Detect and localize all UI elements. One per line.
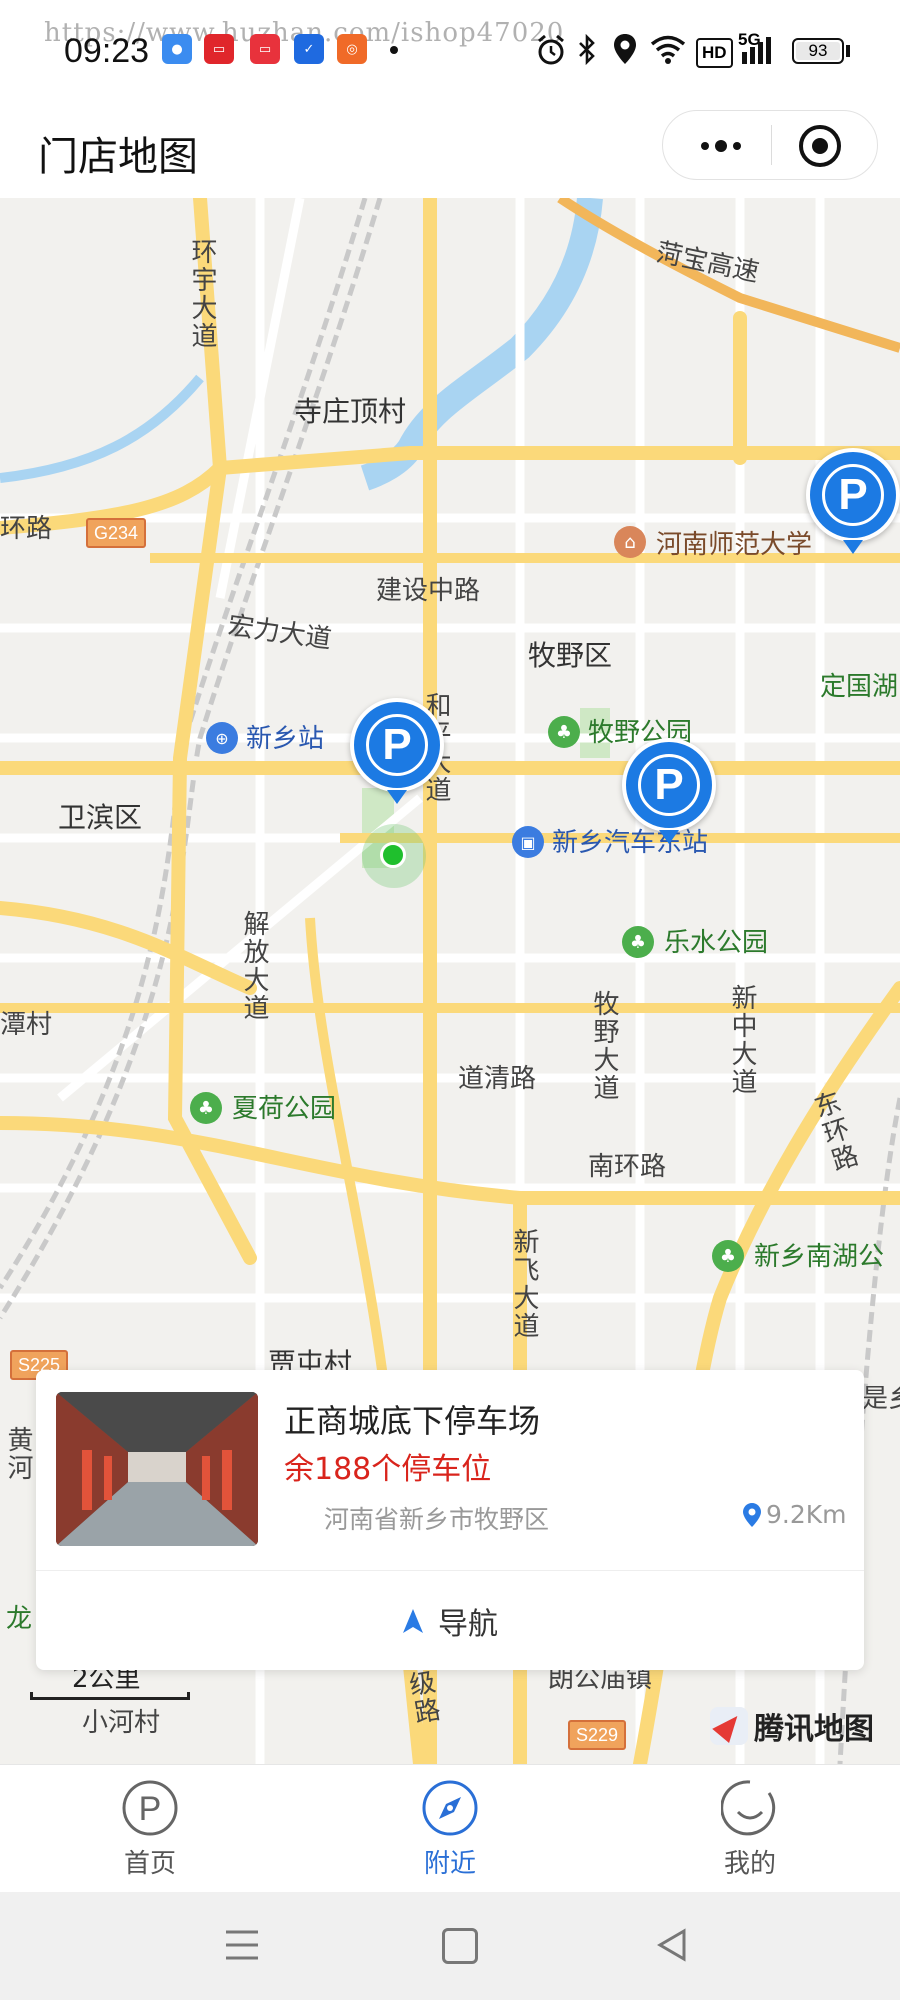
notification-app-icon: ◎ (337, 34, 367, 64)
more-notifications-dot-icon (390, 46, 398, 54)
hd-badge: HD (696, 38, 733, 68)
tab-label: 我的 (723, 1848, 776, 1879)
parking-distance: 9.2Km (742, 1500, 847, 1529)
status-bar: https://www.huzhan.com/ishop47020 09:23 … (0, 0, 900, 100)
target-close-icon[interactable] (799, 125, 841, 167)
wifi-icon (650, 35, 686, 64)
parking-marker[interactable]: P (622, 738, 716, 844)
svg-text:P: P (139, 1790, 162, 1828)
location-icon (614, 34, 636, 64)
user-location-dot (380, 842, 406, 868)
road-shield-s229: S229 (568, 1720, 627, 1750)
notification-app-icon: ● (162, 34, 192, 64)
river (360, 198, 603, 491)
map-label: 牧野大道 (589, 990, 619, 1102)
map-label: 环路 (0, 514, 53, 544)
map-label: 新乡南湖公 (754, 1242, 885, 1272)
system-navigation-bar (0, 1892, 900, 2000)
parking-address: 河南省新乡市牧野区 (324, 1505, 550, 1534)
map-label: 南环路 (588, 1152, 667, 1182)
parking-lot-thumbnail (56, 1392, 258, 1546)
alarm-icon (538, 34, 564, 65)
distance-value: 9.2Km (766, 1500, 847, 1529)
more-dots-icon[interactable] (691, 129, 751, 163)
notification-app-icon: ✓ (294, 34, 324, 64)
map-label: 小河村 (82, 1708, 161, 1738)
map-label: 潭村 (0, 1010, 53, 1040)
bluetooth-icon (579, 34, 595, 66)
map-brand-text: 腾讯地图 (754, 1712, 874, 1747)
road-shield-g234: G234 (86, 518, 147, 548)
map-label: 解放大道 (239, 910, 269, 1022)
bottom-tab-bar: P 首页 附近 我的 (0, 1764, 900, 1893)
navigate-label: 导航 (438, 1606, 498, 1642)
tab-mine[interactable]: 我的 (600, 1765, 900, 1893)
map-label: 河南师范大学 (656, 530, 813, 560)
tab-nearby[interactable]: 附近 (300, 1765, 600, 1893)
status-time: 09:23 (64, 32, 150, 70)
park-tree-icon: ♣ (190, 1092, 222, 1124)
compass-icon (422, 1780, 478, 1835)
parking-marker[interactable]: P (350, 698, 444, 804)
capsule-divider (771, 125, 772, 165)
tencent-map-logo-icon (710, 1707, 748, 1745)
mini-program-capsule (662, 110, 878, 180)
parking-home-icon: P (122, 1780, 178, 1835)
map-label: 新乡站 (246, 724, 325, 754)
map-label: 是乡 (862, 1384, 900, 1414)
parking-info-card[interactable]: 正商城底下停车场 余188个停车位 河南省新乡市牧野区 9.2Km 导航 (36, 1370, 864, 1670)
distance-pin-icon (743, 1502, 761, 1527)
map-label: 新飞大道 (509, 1228, 539, 1340)
map-label: 卫滨区 (58, 801, 143, 834)
map-label: 牧野区 (528, 639, 613, 672)
parking-name: 正商城底下停车场 (284, 1402, 541, 1440)
map-label: 黄河 (3, 1426, 33, 1482)
park-tree-icon: ♣ (712, 1240, 744, 1272)
map-label: 环宇大道 (187, 238, 217, 350)
map-label: 道清路 (458, 1064, 537, 1094)
university-icon: ⌂ (614, 526, 646, 558)
map-label: 龙 (6, 1604, 33, 1634)
bus-station-icon: ▣ (512, 826, 544, 858)
signal-icon (742, 37, 771, 64)
map-label: 寺庄顶村 (294, 395, 407, 428)
tab-label: 首页 (123, 1848, 176, 1879)
navigation-arrow-icon (403, 1608, 423, 1633)
battery-tip (846, 45, 850, 57)
map-label: 新中大道 (727, 984, 757, 1096)
parking-marker[interactable]: P (806, 448, 900, 554)
train-station-icon: ⊕ (206, 722, 238, 754)
map-scale-bar (30, 1692, 190, 1700)
map-brand-logo: 腾讯地图 (710, 1704, 874, 1748)
home-square-icon[interactable] (442, 1928, 478, 1964)
battery-icon: 93 (792, 38, 844, 64)
tab-home[interactable]: P 首页 (0, 1765, 300, 1893)
map-label: 定国湖 (820, 672, 899, 702)
river (0, 374, 204, 483)
menu-icon[interactable] (224, 1928, 260, 1962)
map-label: 建设中路 (376, 576, 481, 606)
available-spaces: 余188个停车位 (284, 1452, 492, 1487)
page-title: 门店地图 (38, 134, 198, 180)
map-label: 乐水公园 (664, 928, 769, 958)
map-label: 夏荷公园 (232, 1094, 337, 1124)
park-tree-icon: ♣ (622, 926, 654, 958)
notification-app-icon: ▭ (250, 34, 280, 64)
navigate-button[interactable]: 导航 (36, 1571, 864, 1670)
tab-label: 附近 (423, 1848, 476, 1879)
battery-level: 93 (808, 41, 828, 60)
park-tree-icon: ♣ (548, 716, 580, 748)
notification-app-icon: ▭ (204, 34, 234, 64)
profile-smile-icon (721, 1779, 776, 1835)
back-triangle-icon[interactable] (656, 1928, 688, 1962)
